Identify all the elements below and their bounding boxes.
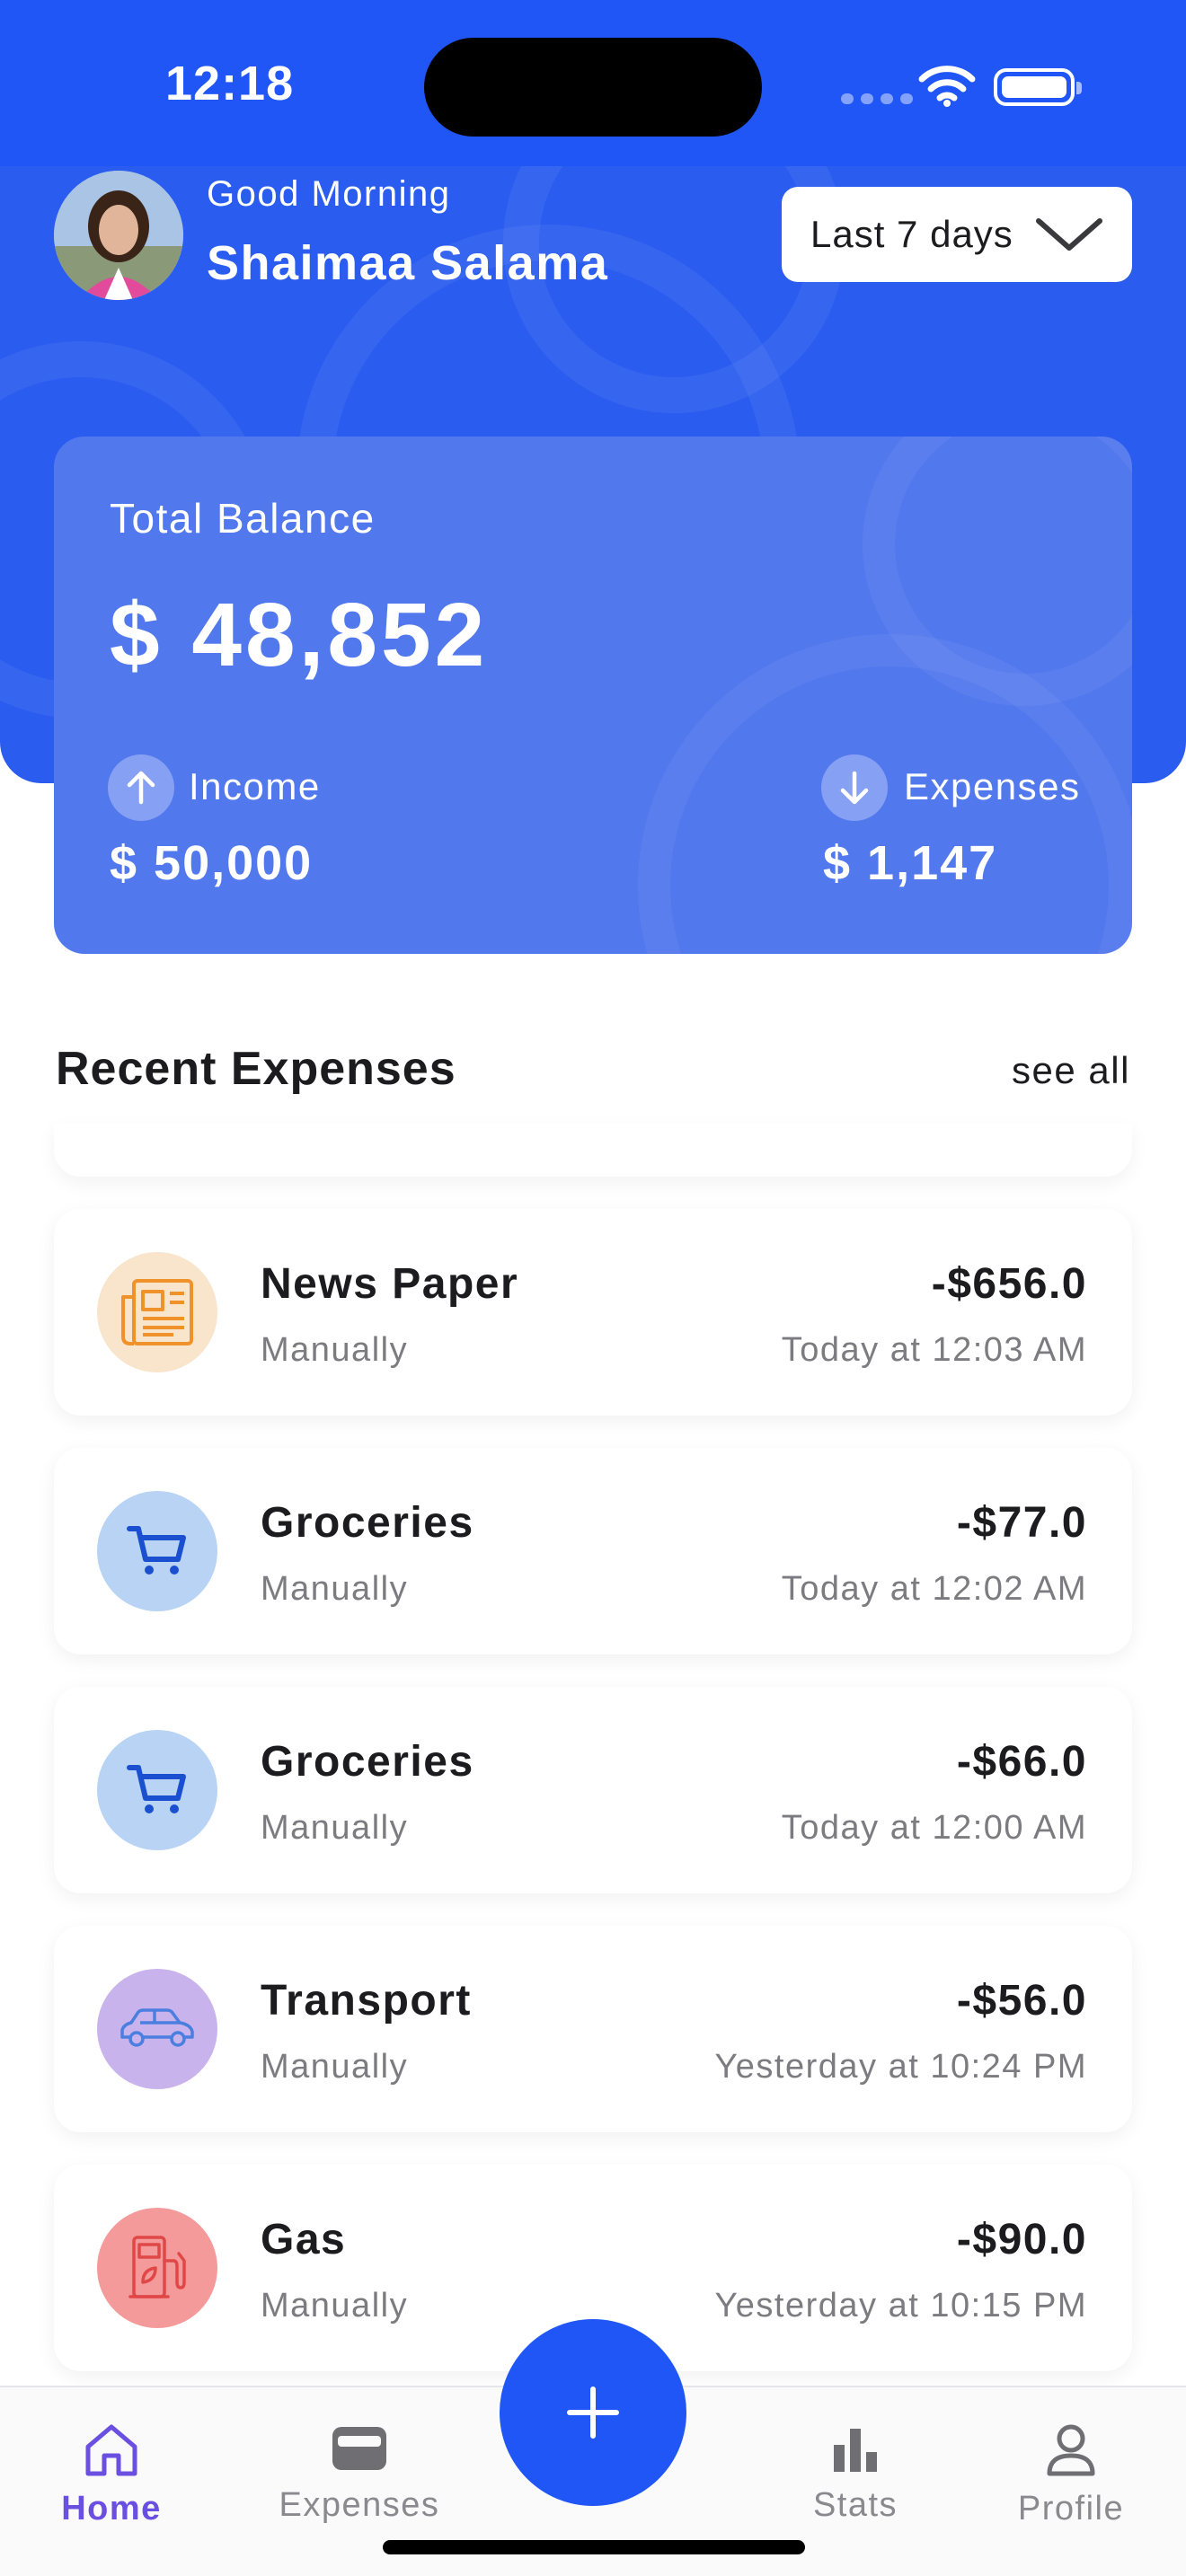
arrow-down-icon <box>821 754 888 821</box>
income-amount: $ 50,000 <box>110 836 314 890</box>
expense-time: Today at 12:02 AM <box>781 1570 1087 1608</box>
cellular-signal-icon <box>841 93 913 104</box>
tab-profile[interactable]: Profile <box>981 2423 1161 2528</box>
cart-icon <box>97 1730 217 1850</box>
plus-icon <box>567 2386 619 2439</box>
arrow-up-icon <box>108 754 174 821</box>
status-time: 12:18 <box>165 57 295 110</box>
status-bar: 12:18 <box>0 0 1186 166</box>
home-icon <box>85 2424 137 2476</box>
expenses-amount: $ 1,147 <box>823 836 998 890</box>
add-expense-button[interactable] <box>500 2319 686 2506</box>
expense-name: Gas <box>261 2216 347 2263</box>
expense-item[interactable]: Transport Manually -$56.0 Yesterday at 1… <box>54 1926 1132 2132</box>
period-selector[interactable]: Last 7 days <box>782 187 1132 282</box>
dynamic-island <box>424 38 762 137</box>
total-balance-amount: $ 48,852 <box>110 585 489 685</box>
chevron-down-icon <box>1036 218 1102 251</box>
home-indicator <box>383 2540 805 2554</box>
expense-source: Manually <box>261 1331 409 1369</box>
person-icon <box>1047 2424 1095 2476</box>
list-item-partial <box>54 1123 1132 1177</box>
newspaper-icon <box>97 1252 217 1372</box>
user-name: Shaimaa Salama <box>207 236 609 290</box>
expense-item[interactable]: Groceries Manually -$66.0 Today at 12:00… <box>54 1687 1132 1893</box>
tab-label: Stats <box>812 2486 898 2524</box>
wallet-icon <box>332 2427 386 2470</box>
expense-name: Groceries <box>261 1738 474 1786</box>
expense-name: Groceries <box>261 1499 474 1547</box>
gas-pump-icon <box>97 2208 217 2328</box>
expense-item[interactable]: Groceries Manually -$77.0 Today at 12:02… <box>54 1448 1132 1654</box>
balance-card: Total Balance $ 48,852 Income $ 50,000 E… <box>54 437 1132 954</box>
tab-label: Profile <box>1017 2490 1125 2527</box>
expense-time: Today at 12:03 AM <box>781 1331 1087 1369</box>
expense-amount: -$77.0 <box>956 1499 1087 1547</box>
recent-expenses-title: Recent Expenses <box>56 1043 456 1095</box>
see-all-link[interactable]: see all <box>1012 1049 1130 1092</box>
expense-time: Yesterday at 10:24 PM <box>714 2048 1087 2086</box>
income-label: Income <box>189 765 321 807</box>
avatar-image <box>54 171 183 300</box>
avatar[interactable] <box>54 171 183 300</box>
expense-name: Transport <box>261 1977 472 2025</box>
greeting-text: Good Morning <box>207 174 451 214</box>
expense-source: Manually <box>261 1570 409 1608</box>
expense-time: Yesterday at 10:15 PM <box>714 2287 1087 2325</box>
total-balance-label: Total Balance <box>110 495 376 542</box>
expense-source: Manually <box>261 2287 409 2325</box>
tab-expenses[interactable]: Expenses <box>270 2423 449 2525</box>
cart-icon <box>97 1491 217 1611</box>
expense-item[interactable]: News Paper Manually -$656.0 Today at 12:… <box>54 1209 1132 1416</box>
expenses-label: Expenses <box>904 765 1081 807</box>
expense-amount: -$656.0 <box>931 1260 1087 1308</box>
tab-home[interactable]: Home <box>22 2423 201 2528</box>
car-icon <box>97 1969 217 2089</box>
expense-time: Today at 12:00 AM <box>781 1809 1087 1847</box>
period-selected-value: Last 7 days <box>810 213 1013 255</box>
expense-amount: -$90.0 <box>956 2216 1087 2263</box>
expense-source: Manually <box>261 1809 409 1847</box>
expense-amount: -$56.0 <box>956 1977 1087 2025</box>
tab-label: Expenses <box>279 2486 440 2524</box>
bar-chart-icon <box>834 2429 877 2472</box>
expense-name: News Paper <box>261 1260 519 1308</box>
expense-amount: -$66.0 <box>956 1738 1087 1786</box>
battery-icon <box>994 68 1082 106</box>
tab-stats[interactable]: Stats <box>766 2423 945 2525</box>
tab-label: Home <box>61 2490 162 2527</box>
expense-source: Manually <box>261 2048 409 2086</box>
wifi-icon <box>918 66 976 107</box>
